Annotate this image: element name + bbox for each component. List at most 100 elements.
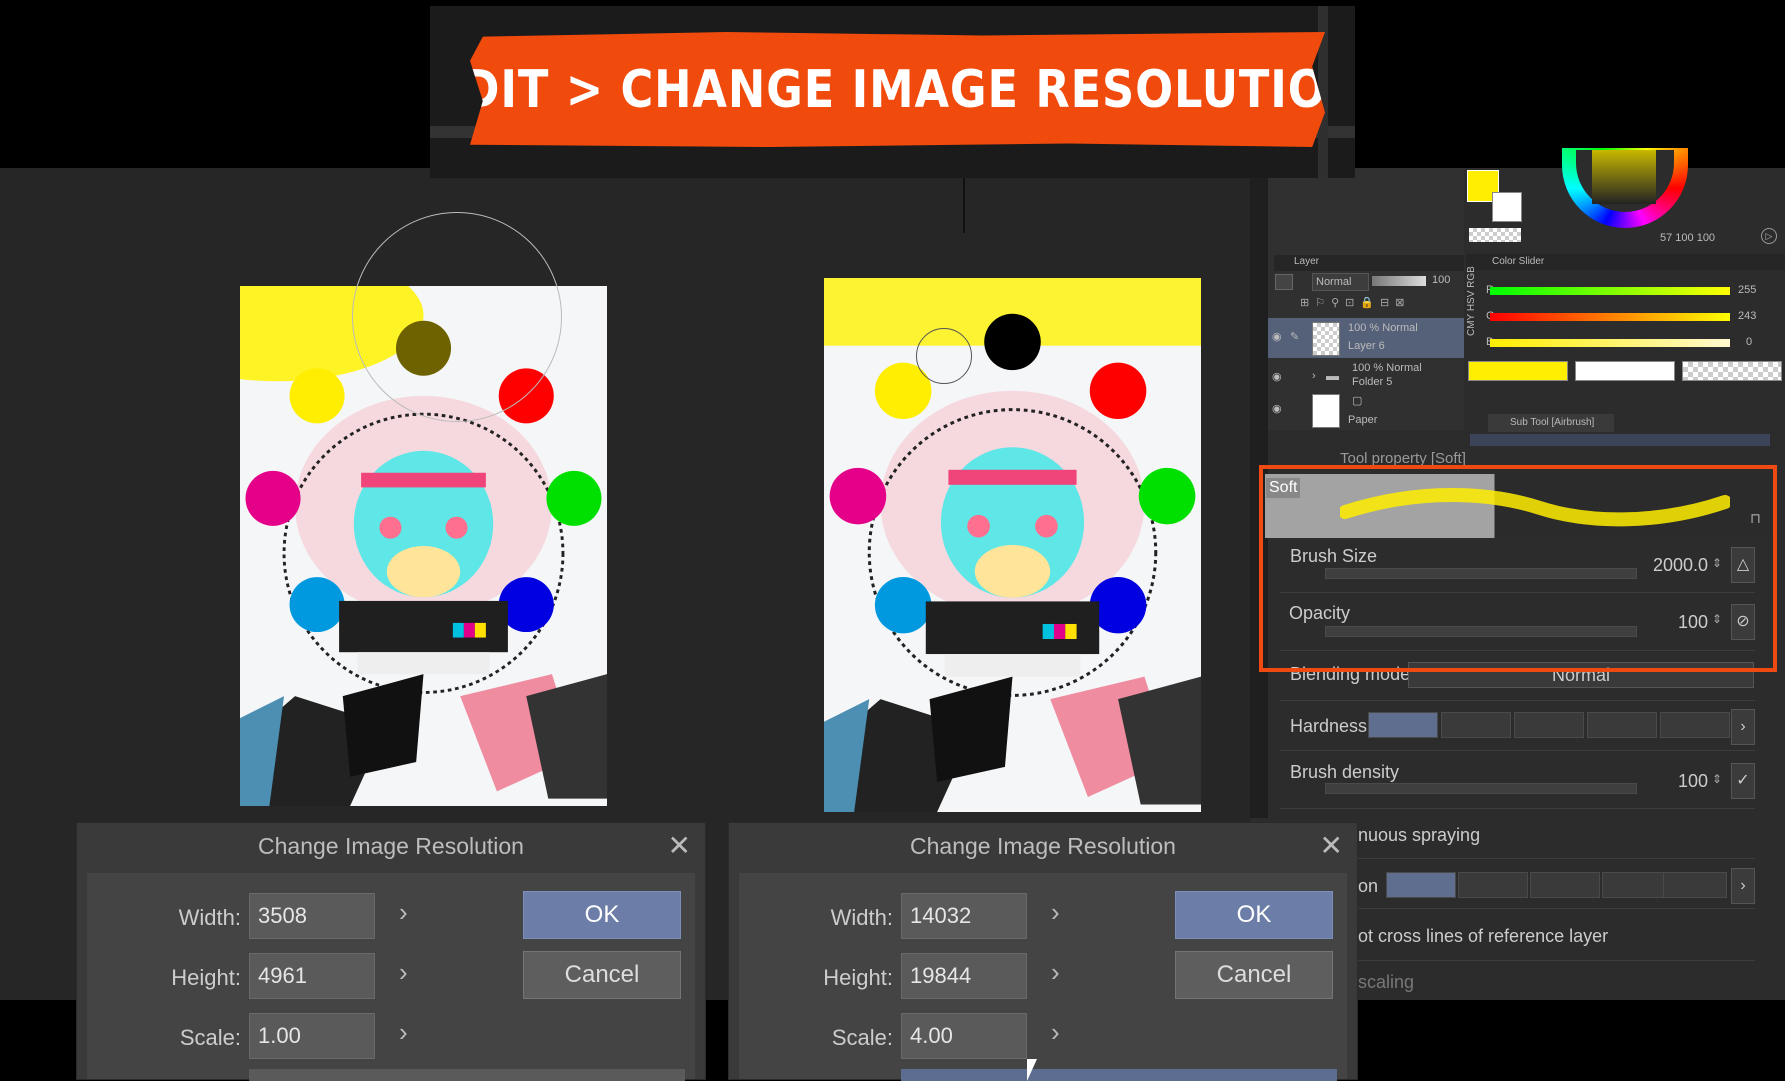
blend-mode-select[interactable]: Normal <box>1312 273 1369 291</box>
channel-b-slider[interactable] <box>1490 339 1730 347</box>
sub-tool-list[interactable] <box>1470 434 1770 446</box>
change-resolution-dialog-resized: Change Image Resolution ✕ Width: 14032 ›… <box>728 822 1358 1081</box>
layer-thumbnail <box>1312 322 1340 356</box>
separator <box>1280 700 1755 701</box>
continuous-spraying-label: nuous spraying <box>1358 825 1481 845</box>
layer-blend-info: 100 % Normal <box>1348 322 1418 334</box>
brush-cursor-outline <box>916 328 972 384</box>
ok-button[interactable]: OK <box>1175 891 1333 939</box>
title-banner: EDIT > CHANGE IMAGE RESOLUTION <box>470 32 1325 147</box>
banner-title: EDIT > CHANGE IMAGE RESOLUTION <box>430 59 1365 120</box>
dialog-body: Width: 3508 › Height: 4961 › Scale: 1.00… <box>87 873 695 1081</box>
layer-panel-title: Layer <box>1294 256 1320 267</box>
settings-row[interactable] <box>901 1069 1337 1081</box>
separator <box>1280 808 1755 809</box>
ok-button[interactable]: OK <box>523 891 681 939</box>
highlight-annotation-box <box>1259 465 1777 672</box>
channel-g-value: 243 <box>1738 310 1757 322</box>
folder-icon: ▬ <box>1326 368 1339 383</box>
channel-r-value: 255 <box>1738 284 1757 296</box>
dialog-title: Change Image Resolution <box>258 833 524 859</box>
close-icon[interactable]: ✕ <box>1320 829 1343 862</box>
color-mode-tabs[interactable]: CMY HSV RGB <box>1466 266 1477 336</box>
width-input[interactable]: 14032 <box>901 893 1027 939</box>
direction-label: on <box>1358 876 1379 896</box>
direction-segment[interactable] <box>1663 872 1727 898</box>
spinner-icon[interactable]: ⇕ <box>1712 772 1722 786</box>
width-label: Width: <box>178 905 241 930</box>
direction-segment[interactable] <box>1458 872 1528 898</box>
expand-folder-icon[interactable]: › <box>1312 370 1316 382</box>
artwork-canvas-resized[interactable] <box>824 278 1201 812</box>
width-input[interactable]: 3508 <box>249 893 375 939</box>
layer-toolbar-icons[interactable]: ⊞⚐⚲⊡🔒⊟⊠ <box>1300 296 1460 309</box>
height-label: Height: <box>823 965 893 990</box>
brush-cursor-outline <box>352 212 562 422</box>
chevron-right-icon[interactable]: › <box>1051 897 1060 928</box>
direction-segment[interactable] <box>1602 872 1672 898</box>
paper-icon: ▢ <box>1352 395 1363 407</box>
direction-expand-button[interactable]: › <box>1731 868 1755 904</box>
layer-row[interactable]: ◉ ✎ 100 % Normal Layer 6 <box>1268 318 1464 358</box>
chevron-right-icon[interactable]: › <box>1051 957 1060 988</box>
hardness-segment[interactable] <box>1368 712 1438 738</box>
eye-icon[interactable]: ◉ <box>1272 402 1282 415</box>
hardness-segment[interactable] <box>1660 712 1730 738</box>
eye-icon[interactable]: ◉ <box>1272 370 1282 383</box>
layer-opacity-value: 100 <box>1432 274 1451 286</box>
sub-color-swatch[interactable] <box>1492 192 1522 222</box>
play-icon[interactable]: ▷ <box>1761 228 1777 244</box>
density-pressure-button[interactable]: ✓ <box>1731 763 1755 799</box>
width-label: Width: <box>830 905 893 930</box>
layer-blend-info: 100 % Normal <box>1352 362 1422 374</box>
paper-thumbnail <box>1312 394 1340 428</box>
banner-scrollbar <box>1318 6 1328 178</box>
hardness-expand-button[interactable]: › <box>1731 709 1755 745</box>
change-resolution-dialog-original: Change Image Resolution ✕ Width: 3508 › … <box>76 822 706 1081</box>
reference-layer-label: ot cross lines of reference layer <box>1358 926 1609 946</box>
layer-name: Layer 6 <box>1348 340 1385 352</box>
chevron-right-icon[interactable]: › <box>1051 1017 1060 1048</box>
sub-color-bar[interactable] <box>1575 361 1675 381</box>
scale-label: Scale: <box>179 1025 241 1050</box>
cancel-button[interactable]: Cancel <box>1175 951 1333 999</box>
hardness-segment[interactable] <box>1441 712 1511 738</box>
transparent-color-swatch[interactable] <box>1469 228 1521 242</box>
layer-color-icon[interactable] <box>1275 274 1293 290</box>
dialog-body: Width: 14032 › Height: 19844 › Scale: 4.… <box>739 873 1347 1081</box>
separator <box>1280 750 1755 751</box>
hardness-segment[interactable] <box>1514 712 1584 738</box>
chevron-right-icon[interactable]: › <box>399 957 408 988</box>
direction-segment[interactable] <box>1530 872 1600 898</box>
scale-input[interactable]: 4.00 <box>901 1013 1027 1059</box>
scale-label: Scale: <box>831 1025 893 1050</box>
hardness-segment[interactable] <box>1587 712 1657 738</box>
transparent-color-bar[interactable] <box>1682 361 1782 381</box>
layer-row[interactable]: ◉ ▢ Paper <box>1268 390 1464 430</box>
channel-b-value: 0 <box>1746 336 1753 348</box>
settings-row[interactable] <box>249 1069 685 1081</box>
eye-icon[interactable]: ◉ <box>1272 330 1282 343</box>
layer-opacity-slider[interactable] <box>1372 276 1426 286</box>
height-input[interactable]: 4961 <box>249 953 375 999</box>
direction-segment[interactable] <box>1386 872 1456 898</box>
cancel-button[interactable]: Cancel <box>523 951 681 999</box>
color-slider-title: Color Slider <box>1492 256 1545 267</box>
main-color-bar[interactable] <box>1468 361 1568 381</box>
layer-name: Paper <box>1348 414 1378 426</box>
dialog-title: Change Image Resolution <box>910 833 1176 859</box>
brush-density-value: 100 <box>1677 771 1708 791</box>
color-saturation-square[interactable] <box>1592 150 1656 204</box>
layer-name: Folder 5 <box>1352 376 1393 388</box>
chevron-right-icon[interactable]: › <box>399 897 408 928</box>
channel-g-slider[interactable] <box>1490 313 1730 321</box>
scale-input[interactable]: 1.00 <box>249 1013 375 1059</box>
height-label: Height: <box>171 965 241 990</box>
chevron-right-icon[interactable]: › <box>399 1017 408 1048</box>
channel-r-slider[interactable] <box>1490 287 1730 295</box>
artwork-illustration <box>824 278 1201 812</box>
brush-density-slider[interactable] <box>1325 783 1637 794</box>
pen-icon: ✎ <box>1290 331 1300 343</box>
height-input[interactable]: 19844 <box>901 953 1027 999</box>
close-icon[interactable]: ✕ <box>668 829 691 862</box>
